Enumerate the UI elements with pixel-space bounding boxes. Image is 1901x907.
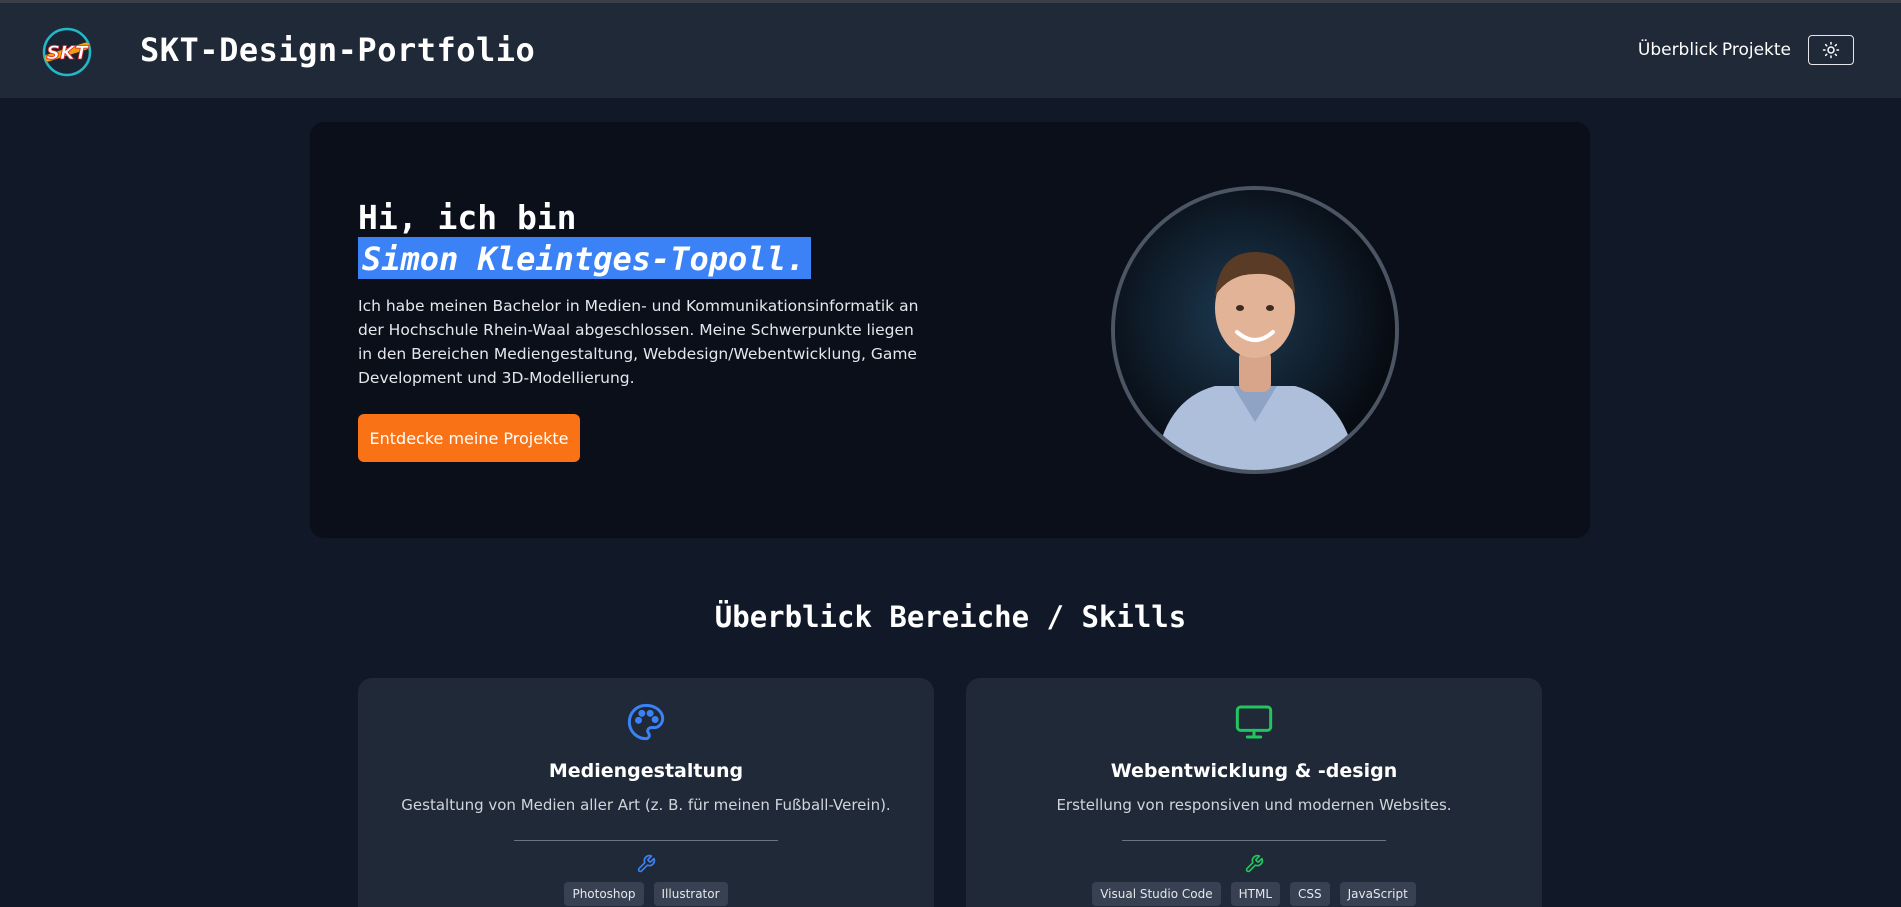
card-description: Erstellung von responsiven und modernen … <box>1056 796 1452 814</box>
profile-photo <box>1111 186 1399 474</box>
theme-toggle-button[interactable] <box>1808 35 1854 65</box>
logo-text: SKT <box>46 42 89 64</box>
wrench-icon <box>1245 854 1264 873</box>
site-header: SKT SKT-Design-Portfolio Überblick Proje… <box>0 3 1901 98</box>
card-title: Webentwicklung & -design <box>1110 760 1398 782</box>
skill-card-media-design: Mediengestaltung Gestaltung von Medien a… <box>358 678 934 907</box>
hero-section: Hi, ich bin Simon Kleintges-Topoll. Ich … <box>310 122 1590 538</box>
hero-description: Ich habe meinen Bachelor in Medien- und … <box>358 297 919 387</box>
tag-illustrator: Illustrator <box>653 882 728 906</box>
skills-section-title: Überblick Bereiche / Skills <box>714 600 1187 634</box>
sun-icon <box>1822 41 1840 59</box>
skill-card-web-development: Webentwicklung & -design Erstellung von … <box>966 678 1542 907</box>
card-description: Gestaltung von Medien aller Art (z. B. f… <box>401 796 891 814</box>
site-title[interactable]: SKT-Design-Portfolio <box>140 31 535 69</box>
tool-tags: Visual Studio Code HTML CSS JavaScript <box>966 882 1542 906</box>
hero-greeting: Hi, ich bin <box>358 198 577 237</box>
tag-javascript: JavaScript <box>1339 882 1416 906</box>
palette-icon <box>627 703 665 741</box>
tag-photoshop: Photoshop <box>564 882 644 906</box>
logo[interactable]: SKT <box>42 27 92 77</box>
card-divider <box>1122 840 1386 841</box>
card-divider <box>514 840 778 841</box>
discover-projects-button[interactable]: Entdecke meine Projekte <box>358 414 580 462</box>
wrench-icon <box>637 854 656 873</box>
tag-html: HTML <box>1230 882 1281 906</box>
tag-css: CSS <box>1290 882 1330 906</box>
card-title: Mediengestaltung <box>548 760 744 782</box>
nav-projects[interactable]: Projekte <box>1722 40 1791 60</box>
hero-name: Simon Kleintges-Topoll. <box>358 237 812 279</box>
tag-vscode: Visual Studio Code <box>1092 882 1221 906</box>
tool-tags: Photoshop Illustrator <box>358 882 934 906</box>
monitor-icon <box>1235 705 1273 739</box>
nav-overview[interactable]: Überblick <box>1638 40 1718 60</box>
